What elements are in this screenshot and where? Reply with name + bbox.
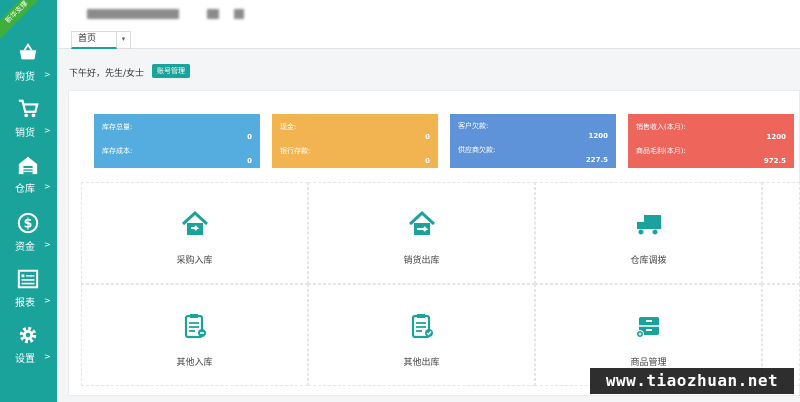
top-bar [57,0,800,28]
stat-value: 0 [247,157,252,165]
clipboard-out-icon [411,314,433,339]
grid-item-other-in[interactable]: 其他入库 [81,284,308,386]
pixelated-title [207,9,219,19]
stat-label: 供应商欠款: [458,146,496,154]
sidebar-item-warehouse[interactable]: 仓库 > [0,146,57,202]
stat-card-inventory: 库存总量: 0 库存成本: 0 [94,114,260,168]
account-management-button[interactable]: 账号管理 [152,64,190,78]
grid-item-label: 其他入库 [176,358,213,368]
stat-card-revenue: 销售收入(本月): 1200 商品毛利(本月): 972.5 [628,114,794,168]
chevron-right-icon: > [44,296,51,305]
chevron-right-icon: > [44,126,51,135]
stat-label: 库存成本: [102,147,133,155]
pixelated-title [234,9,244,19]
stat-value: 227.5 [585,156,608,164]
house-out-icon [408,210,435,235]
stat-value: 972.5 [763,157,786,165]
house-in-icon [181,210,208,235]
grid-item-sales-out[interactable]: 销货出库 [308,182,535,284]
grid-item-label: 采购入库 [176,256,213,266]
chevron-right-icon: > [44,240,51,249]
grid-item-label: 商品管理 [630,358,667,368]
sidebar-item-sales[interactable]: 销货 > [0,90,57,146]
watermark: www.tiaozhuan.net [590,368,794,394]
tab-home[interactable]: 首页 [71,31,117,49]
grid-item-label: 其他出库 [403,358,440,368]
dollar-icon: $ [17,212,39,234]
sidebar-item-label: 报表 [15,298,35,309]
gear-icon [19,326,37,344]
cabinet-icon [635,317,659,338]
grid-item-other-out[interactable]: 其他出库 [308,284,535,386]
cart-icon [18,99,39,118]
stat-label: 库存总量: [102,123,133,131]
grid-item-label: 仓库调拨 [630,256,667,266]
sidebar-item-label: 销货 [15,128,35,139]
chevron-right-icon: > [44,182,51,191]
stat-label: 银行存款: [280,147,311,155]
stat-label: 销售收入(本月): [636,123,686,131]
stat-label: 客户欠款: [458,122,489,130]
stat-value: 1200 [588,132,608,140]
chevron-right-icon: > [44,352,51,361]
report-icon [17,269,39,289]
chevron-right-icon: > [44,70,51,79]
stat-label: 商品毛利(本月): [636,147,686,155]
sidebar-item-purchase[interactable]: 购货 > [0,34,57,90]
sidebar-item-label: 设置 [15,354,35,365]
grid-item-partial [762,182,800,284]
sidebar-item-funds[interactable]: $ 资金 > [0,204,57,260]
stat-value: 0 [425,133,430,141]
stat-value: 0 [247,133,252,141]
sidebar-item-reports[interactable]: 报表 > [0,260,57,316]
greeting-text: 下午好，先生/女士 [69,69,145,79]
clipboard-in-icon [184,314,206,339]
grid-item-transfer[interactable]: 仓库调拨 [535,182,762,284]
warehouse-icon [18,156,38,175]
sidebar-item-settings[interactable]: 设置 > [0,316,57,372]
basket-icon [19,43,37,60]
sidebar-item-label: 资金 [15,242,35,253]
truck-icon [636,215,661,235]
stat-label: 现金: [280,123,297,131]
grid-item-purchase-in[interactable]: 采购入库 [81,182,308,284]
tab-dropdown-button[interactable]: ▾ [117,31,131,49]
stat-value: 0 [425,157,430,165]
tab-bar: 首页 ▾ [57,28,800,49]
svg-text:$: $ [24,217,33,232]
stat-card-cash: 现金: 0 银行存款: 0 [272,114,438,168]
grid-item-label: 销货出库 [403,256,440,266]
pixelated-title [87,9,179,19]
sidebar: 新华支撑 购货 > 销货 > 仓库 > $ 资金 > 报表 > 设置 > [0,0,57,402]
sidebar-item-label: 仓库 [15,184,35,195]
sidebar-item-label: 购货 [15,72,35,83]
stat-value: 1200 [766,133,786,141]
stat-card-debts: 客户欠款: 1200 供应商欠款: 227.5 [450,114,616,168]
